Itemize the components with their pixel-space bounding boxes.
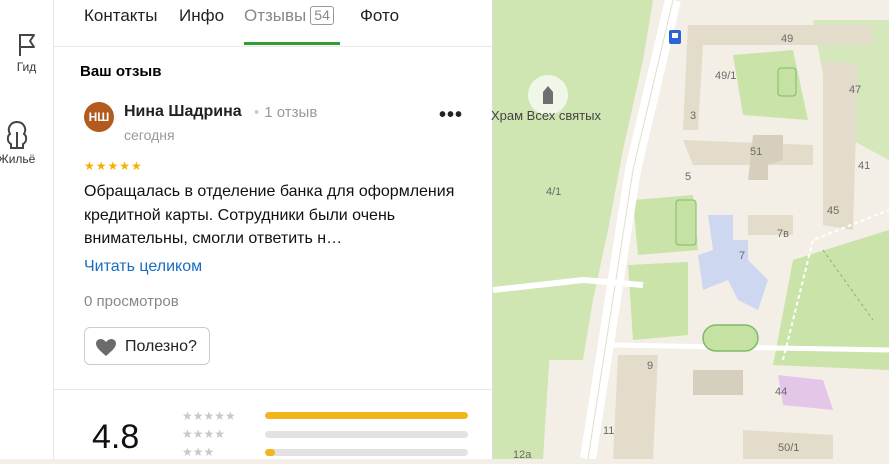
histogram-stars: ★★★ — [182, 445, 215, 459]
histogram-bar-fill — [265, 449, 276, 456]
house-number: 49/1 — [715, 70, 737, 82]
house-number: 4/1 — [546, 186, 562, 198]
review-stars: ★★★★★ — [84, 159, 143, 173]
histogram-bar — [265, 449, 468, 456]
review-date: сегодня — [124, 127, 175, 143]
house-number: 7 — [739, 250, 746, 262]
tab-info[interactable]: Инфо — [179, 6, 224, 26]
house-number: 5 — [685, 171, 692, 183]
map-canvas[interactable] — [492, 0, 889, 461]
tab-reviews-label: Отзывы — [244, 6, 307, 25]
section-title: Ваш отзыв — [80, 63, 162, 80]
review-text: Обращалась в отделение банка для оформле… — [84, 183, 455, 247]
views-count: 0 просмотров — [84, 293, 179, 310]
avatar[interactable]: НШ — [84, 102, 114, 132]
divider — [54, 46, 492, 47]
park-area — [493, 300, 553, 459]
active-tab-indicator — [244, 42, 340, 45]
house-number: 41 — [858, 160, 871, 172]
tab-bar: Контакты Инфо Отзывы 54 Фото — [54, 0, 492, 46]
author-review-count: • 1 отзыв — [254, 104, 318, 121]
heart-icon — [96, 339, 116, 356]
house-number: 12а — [513, 449, 532, 461]
tab-reviews[interactable]: Отзывы 54 — [244, 6, 334, 26]
rail-item-label: Гид — [16, 60, 37, 74]
house-number: 9 — [647, 360, 654, 372]
house-number: 3 — [690, 110, 697, 122]
house-number: 50/1 — [778, 442, 800, 454]
rail-item-label: Жильё — [0, 152, 36, 166]
histogram-stars: ★★★★ — [182, 427, 226, 441]
helpful-button[interactable]: Полезно? — [84, 327, 210, 365]
map[interactable]: Храм Всех святых 49 49/1 47 3 51 41 5 4/… — [491, 0, 889, 461]
reviews-count-badge: 54 — [310, 6, 334, 25]
house-number: 7в — [777, 228, 789, 240]
flag-icon — [18, 34, 35, 56]
review-author[interactable]: Нина Шадрина — [124, 103, 242, 121]
histogram-bar — [265, 412, 468, 419]
park-area — [628, 262, 688, 340]
poi-label[interactable]: Храм Всех святых — [491, 108, 601, 123]
house-number: 45 — [827, 205, 840, 217]
more-options-icon[interactable]: ••• — [439, 104, 463, 127]
building — [693, 370, 743, 395]
organization-panel: Контакты Инфо Отзывы 54 Фото Ваш отзыв НШ… — [54, 0, 493, 459]
author-review-count-text: 1 отзыв — [264, 104, 318, 121]
divider — [54, 389, 492, 390]
average-rating: 4.8 — [92, 418, 140, 456]
histogram-bar — [265, 431, 468, 438]
house-number: 51 — [750, 146, 763, 158]
rail-item-guide[interactable]: Гид — [0, 32, 53, 74]
helpful-label: Полезно? — [125, 338, 197, 355]
read-more-link[interactable]: Читать целиком — [84, 258, 202, 276]
house-icon — [6, 120, 27, 149]
rail-item-housing[interactable]: Жильё — [0, 120, 43, 166]
house-number: 44 — [775, 386, 788, 398]
house-number: 11 — [603, 425, 615, 437]
histogram-bar-fill — [265, 412, 468, 419]
house-number: 49 — [781, 33, 794, 45]
tab-photo[interactable]: Фото — [360, 6, 399, 26]
house-number: 47 — [849, 84, 862, 96]
left-rail: Гид Жильё — [0, 0, 54, 459]
tab-contacts[interactable]: Контакты — [84, 6, 157, 26]
histogram-stars: ★★★★★ — [182, 409, 236, 423]
